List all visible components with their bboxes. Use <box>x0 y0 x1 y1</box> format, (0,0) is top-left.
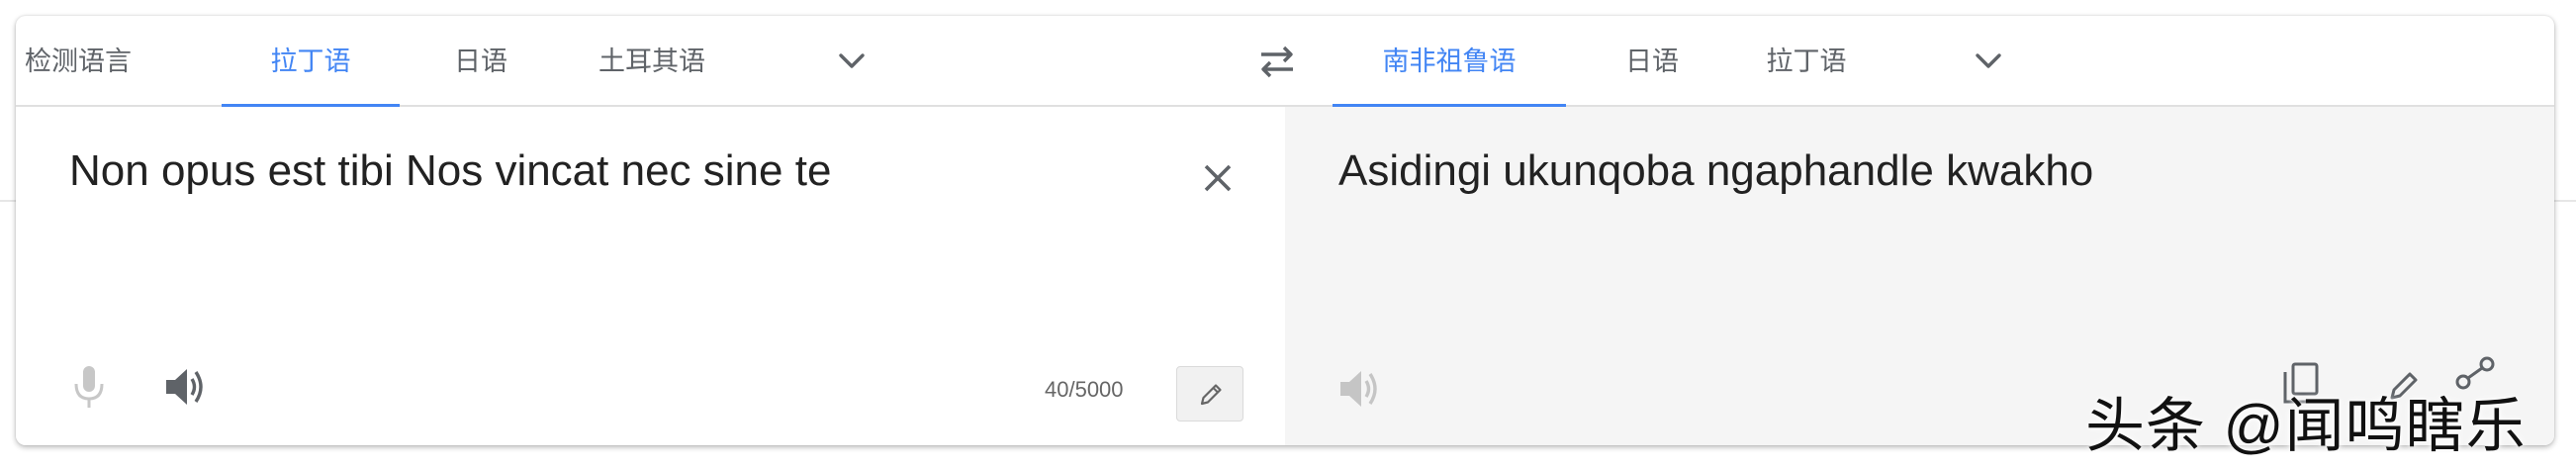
watermark-text: 头条 @闻鸣瞎乐 <box>2085 393 2527 459</box>
source-text-input[interactable]: Non opus est tibi Nos vincat nec sine te <box>69 146 831 196</box>
tab-detect-language[interactable]: 检测语言 <box>16 16 140 107</box>
tab-target-zulu[interactable]: 南非祖鲁语 <box>1333 16 1566 109</box>
tab-source-japanese[interactable]: 日语 <box>427 16 534 107</box>
target-more-languages-icon[interactable] <box>1969 42 2008 81</box>
speaker-icon[interactable] <box>162 364 210 410</box>
close-icon[interactable] <box>1198 158 1238 198</box>
tab-target-japanese[interactable]: 日语 <box>1599 16 1705 107</box>
tab-source-latin[interactable]: 拉丁语 <box>222 16 400 109</box>
edit-button[interactable] <box>1176 366 1243 422</box>
tab-source-turkish[interactable]: 土耳其语 <box>578 16 726 107</box>
speaker-icon[interactable] <box>1336 366 1384 412</box>
character-counter: 40/5000 <box>1045 377 1124 402</box>
tab-target-latin[interactable]: 拉丁语 <box>1749 16 1864 107</box>
source-more-languages-icon[interactable] <box>832 42 872 81</box>
swap-languages-icon[interactable] <box>1255 43 1299 80</box>
translate-page: 检测语言 拉丁语 日语 土耳其语 南非祖鲁语 日语 拉丁语 Non opus e… <box>0 0 2576 469</box>
translation-output: Asidingi ukunqoba ngaphandle kwakho <box>1338 146 2094 195</box>
microphone-icon[interactable] <box>67 362 111 412</box>
language-bar: 检测语言 拉丁语 日语 土耳其语 南非祖鲁语 日语 拉丁语 <box>16 16 2554 109</box>
pencil-icon <box>1200 384 1222 406</box>
source-pane: Non opus est tibi Nos vincat nec sine te… <box>16 107 1285 445</box>
